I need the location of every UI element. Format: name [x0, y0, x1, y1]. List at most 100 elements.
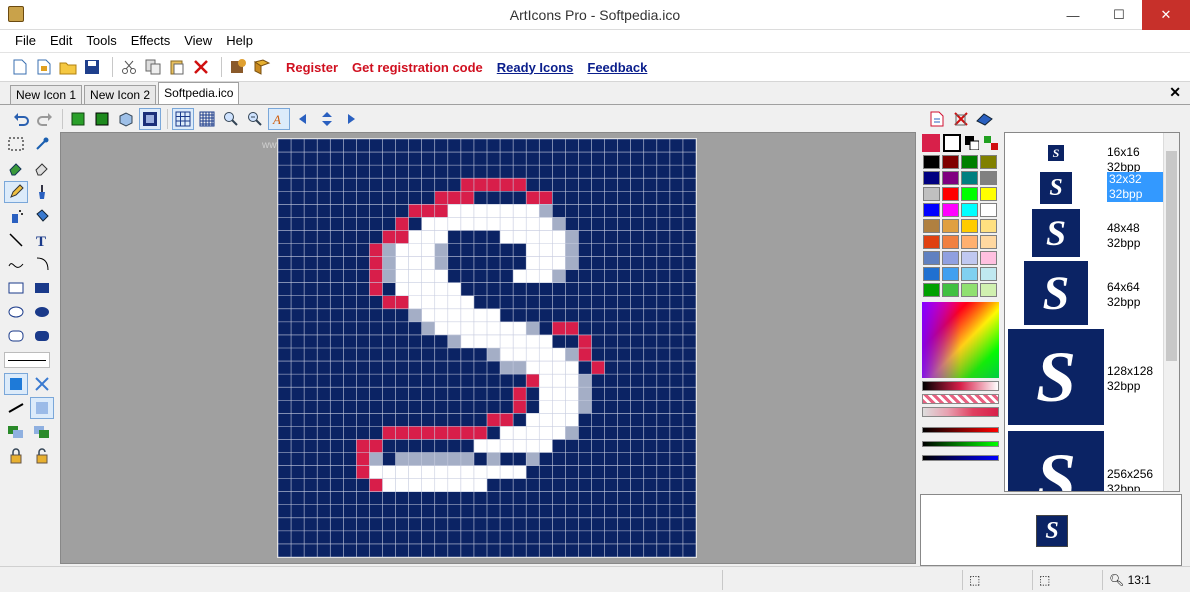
shape-fill-icon[interactable]: [30, 397, 54, 419]
eyedropper-icon[interactable]: [30, 133, 54, 155]
menu-view[interactable]: View: [177, 31, 219, 51]
paste-icon[interactable]: [167, 57, 187, 77]
palette-swatch[interactable]: [961, 203, 978, 217]
tab-new-icon-1[interactable]: New Icon 1: [10, 85, 83, 104]
zoom-in-icon[interactable]: [220, 108, 242, 130]
primary-color-swatch[interactable]: [922, 134, 940, 152]
blue-channel-slider[interactable]: [922, 455, 999, 461]
icon-library-icon[interactable]: [228, 57, 248, 77]
pixel-canvas[interactable]: [277, 138, 697, 558]
palette-swatch[interactable]: [980, 235, 997, 249]
antialias-icon[interactable]: A: [268, 108, 290, 130]
palette-swatch[interactable]: [923, 203, 940, 217]
palette-swatch[interactable]: [961, 171, 978, 185]
palette-swatch[interactable]: [923, 171, 940, 185]
copy-icon[interactable]: [143, 57, 163, 77]
format-item-48[interactable]: S 48x48 32bpp: [1005, 209, 1165, 259]
palette-swatch[interactable]: [961, 283, 978, 297]
green-layer-alt-icon[interactable]: [91, 108, 113, 130]
fine-grid-icon[interactable]: [196, 108, 218, 130]
remove-format-icon[interactable]: [950, 108, 972, 130]
menu-help[interactable]: Help: [219, 31, 260, 51]
move-right-icon[interactable]: [340, 108, 362, 130]
eraser-icon[interactable]: [4, 157, 28, 179]
scrollbar-thumb[interactable]: [1166, 151, 1177, 361]
text-icon[interactable]: T: [30, 229, 54, 251]
minimize-button[interactable]: —: [1050, 0, 1096, 30]
zoom-out-icon[interactable]: [244, 108, 266, 130]
palette-swatch[interactable]: [980, 219, 997, 233]
format-item-32[interactable]: S 32x32 32bpp: [1005, 172, 1165, 208]
palette-swatch[interactable]: [923, 267, 940, 281]
open-folder-icon[interactable]: [58, 57, 78, 77]
curve-icon[interactable]: [4, 253, 28, 275]
arc-icon[interactable]: [30, 253, 54, 275]
palette-swatch[interactable]: [961, 251, 978, 265]
palette-swatch[interactable]: [942, 235, 959, 249]
palette-swatch[interactable]: [923, 187, 940, 201]
format-item-64[interactable]: S 64x64 32bpp: [1005, 261, 1165, 327]
selection-handles-icon[interactable]: [30, 373, 54, 395]
color-pair-icon[interactable]: [964, 135, 980, 151]
palette-swatch[interactable]: [942, 219, 959, 233]
secondary-color-swatch[interactable]: [943, 134, 961, 152]
maximize-button[interactable]: ☐: [1096, 0, 1142, 30]
book-icon[interactable]: [252, 57, 272, 77]
color-spectrum[interactable]: [922, 302, 999, 378]
swap-colors-icon[interactable]: [982, 135, 1000, 151]
add-format-icon[interactable]: [926, 108, 948, 130]
layer-copy-icon[interactable]: [30, 421, 54, 443]
lock-icon[interactable]: [4, 445, 28, 467]
move-vertical-icon[interactable]: [316, 108, 338, 130]
palette-swatch[interactable]: [923, 155, 940, 169]
formats-scrollbar[interactable]: [1163, 133, 1179, 491]
brightness-slider[interactable]: [922, 381, 999, 391]
grid-icon[interactable]: [172, 108, 194, 130]
palette-swatch[interactable]: [980, 155, 997, 169]
palette-swatch[interactable]: [942, 251, 959, 265]
menu-tools[interactable]: Tools: [79, 31, 123, 51]
brush-icon[interactable]: [30, 181, 54, 203]
close-document-icon[interactable]: ✕: [1169, 84, 1181, 101]
line-icon[interactable]: [4, 229, 28, 251]
feedback-link[interactable]: Feedback: [587, 60, 647, 75]
palette-swatch[interactable]: [942, 187, 959, 201]
palette-swatch[interactable]: [923, 283, 940, 297]
move-left-icon[interactable]: [292, 108, 314, 130]
pencil-icon[interactable]: [4, 181, 28, 203]
tab-new-icon-2[interactable]: New Icon 2: [84, 85, 157, 104]
color-eraser-icon[interactable]: [30, 157, 54, 179]
delete-icon[interactable]: [191, 57, 211, 77]
register-link[interactable]: Register: [286, 60, 338, 75]
format-item-128[interactable]: S 128x128 32bpp: [1005, 329, 1165, 427]
alpha-presets[interactable]: [922, 407, 999, 417]
clear-icon[interactable]: [974, 108, 996, 130]
3d-box-icon[interactable]: [115, 108, 137, 130]
rectangle-icon[interactable]: [4, 277, 28, 299]
palette-swatch[interactable]: [980, 251, 997, 265]
background-icon[interactable]: [139, 108, 161, 130]
cut-icon[interactable]: [119, 57, 139, 77]
format-item-16[interactable]: S 16x16 32bpp: [1005, 145, 1165, 174]
palette-swatch[interactable]: [980, 283, 997, 297]
palette-swatch[interactable]: [923, 235, 940, 249]
palette-swatch[interactable]: [980, 171, 997, 185]
palette-swatch[interactable]: [961, 235, 978, 249]
filled-rectangle-icon[interactable]: [30, 277, 54, 299]
palette-swatch[interactable]: [942, 283, 959, 297]
palette-swatch[interactable]: [942, 155, 959, 169]
rectangle-select-icon[interactable]: [4, 133, 28, 155]
palette-swatch[interactable]: [980, 187, 997, 201]
palette-swatch[interactable]: [980, 203, 997, 217]
line-width-selector[interactable]: [4, 352, 50, 368]
tab-softpedia-ico[interactable]: Softpedia.ico: [158, 82, 240, 104]
palette-swatch[interactable]: [961, 267, 978, 281]
rounded-rectangle-icon[interactable]: [4, 325, 28, 347]
palette-swatch[interactable]: [961, 187, 978, 201]
close-button[interactable]: ✕: [1142, 0, 1190, 30]
palette-swatch[interactable]: [961, 219, 978, 233]
format-item-256[interactable]: S 256x256 32bpp: [1005, 431, 1165, 491]
layer-merge-icon[interactable]: [4, 421, 28, 443]
palette-swatch[interactable]: [942, 267, 959, 281]
spray-icon[interactable]: [4, 205, 28, 227]
